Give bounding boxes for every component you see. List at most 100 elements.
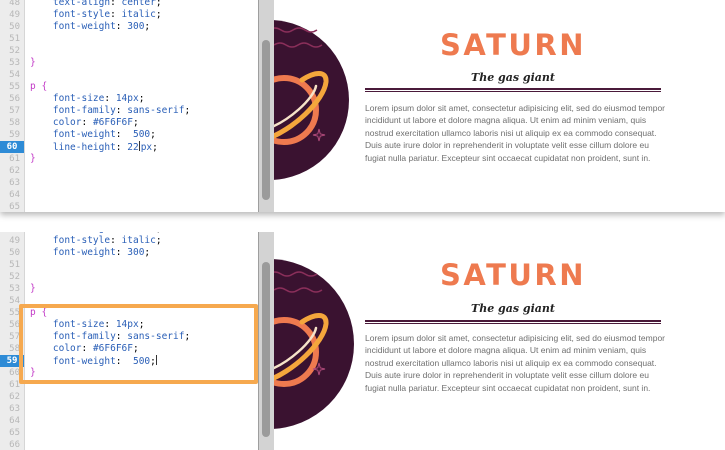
code-line[interactable]: 64 xyxy=(0,189,258,201)
page-title: SATURN xyxy=(439,258,586,292)
code-token: ; xyxy=(156,232,162,234)
code-line[interactable]: 60 line-height: 22 px; xyxy=(0,141,258,153)
code-line[interactable]: 63 xyxy=(0,403,258,415)
code-text: color: #6F6F6F; xyxy=(30,117,139,129)
page-subtitle: The gas giant xyxy=(471,71,555,84)
code-token: italic xyxy=(121,235,156,246)
line-number: 62 xyxy=(9,392,20,402)
line-number: 56 xyxy=(9,94,20,104)
code-token: ; xyxy=(132,117,139,128)
code-token: : xyxy=(115,129,133,140)
code-token: font-weight xyxy=(30,247,116,258)
highlight-callout-box xyxy=(19,304,258,384)
code-text: font-weight: 300; xyxy=(30,247,150,259)
body-paragraph: Lorem ipsum dolor sit amet, consectetur … xyxy=(365,333,666,393)
code-token: text-align xyxy=(30,232,110,234)
line-number: 65 xyxy=(9,428,20,438)
line-number: 60 xyxy=(9,368,20,378)
code-line[interactable]: 56 font-size: 14px; xyxy=(0,93,258,105)
line-number: 55 xyxy=(9,82,20,92)
code-token: ; xyxy=(155,9,162,20)
line-number: 53 xyxy=(9,58,20,68)
line-number: 52 xyxy=(9,272,20,282)
code-line[interactable]: 59 font-weight: 500; xyxy=(0,129,258,141)
code-line[interactable]: 63 xyxy=(0,177,258,189)
code-line[interactable]: 64 xyxy=(0,415,258,427)
code-line[interactable]: 62 xyxy=(0,391,258,403)
line-number: 49 xyxy=(9,236,20,246)
editor-scrollbar[interactable] xyxy=(258,0,275,212)
code-line[interactable]: 51 xyxy=(0,259,258,271)
code-token: italic xyxy=(121,9,156,20)
code-line[interactable]: 53} xyxy=(0,57,258,69)
code-token: : xyxy=(81,117,93,128)
code-text: p { xyxy=(30,81,47,93)
code-token: color xyxy=(30,117,82,128)
line-number: 50 xyxy=(9,22,20,32)
code-line[interactable]: 58 color: #6F6F6F; xyxy=(0,117,258,129)
code-line[interactable]: 49 font-style: italic; xyxy=(0,235,258,247)
code-text: font-weight: 300; xyxy=(30,21,150,33)
code-line[interactable]: 49 font-style: italic; xyxy=(0,9,258,21)
code-line[interactable]: 54 xyxy=(0,69,258,81)
line-number: 64 xyxy=(9,416,20,426)
code-token: 22 xyxy=(127,142,139,153)
line-number: 63 xyxy=(9,178,20,188)
body-paragraph: Lorem ipsum dolor sit amet, consectetur … xyxy=(365,103,666,163)
code-token: ; xyxy=(144,21,151,32)
code-token: ; xyxy=(152,142,158,153)
code-line[interactable]: 62 xyxy=(0,165,258,177)
code-text: font-weight: 500; xyxy=(30,129,156,141)
line-number: 51 xyxy=(9,260,20,270)
code-line[interactable]: 65 xyxy=(0,427,258,439)
code-token: 500 xyxy=(132,129,151,140)
code-token: : xyxy=(115,105,128,116)
code-line[interactable]: 61} xyxy=(0,153,258,165)
code-token: font-size xyxy=(30,93,105,104)
code-line[interactable]: 52 xyxy=(0,271,258,283)
code-line[interactable]: 53} xyxy=(0,283,258,295)
code-token: ; xyxy=(184,105,191,116)
code-line[interactable]: 65 xyxy=(0,201,258,212)
code-token: : xyxy=(110,9,122,20)
code-token: font-weight xyxy=(30,21,116,32)
page-title: SATURN xyxy=(439,28,586,62)
line-number: 61 xyxy=(9,154,20,164)
code-text: } xyxy=(30,153,36,165)
code-token: ; xyxy=(144,247,151,258)
code-token: p { xyxy=(30,81,48,92)
code-line[interactable]: 55 p { xyxy=(0,81,258,93)
code-line[interactable]: 52 xyxy=(0,45,258,57)
code-token: ; xyxy=(155,235,162,246)
scrollbar-thumb[interactable] xyxy=(262,262,270,437)
line-number: 56 xyxy=(9,320,20,330)
code-line[interactable]: 66 xyxy=(0,439,258,450)
scrollbar-thumb[interactable] xyxy=(262,40,270,200)
code-text: font-style: italic; xyxy=(30,235,162,247)
code-token: font-style xyxy=(30,9,111,20)
code-token: : xyxy=(115,21,128,32)
line-number: 61 xyxy=(9,380,20,390)
code-token: font-weight xyxy=(30,129,116,140)
saturn-illustration xyxy=(274,20,349,180)
line-number: 57 xyxy=(9,332,20,342)
line-number: 55 xyxy=(9,308,20,318)
code-token: ; xyxy=(155,0,162,8)
code-line[interactable]: 50 font-weight: 300; xyxy=(0,21,258,33)
line-number: 65 xyxy=(9,202,20,212)
code-line[interactable]: 57 font-family: sans-serif; xyxy=(0,105,258,117)
code-token: } xyxy=(30,153,36,164)
line-number: 52 xyxy=(9,46,20,56)
code-line[interactable]: 51 xyxy=(0,33,258,45)
code-token: : xyxy=(110,0,122,8)
code-editor[interactable]: 48 text-align: center;49 font-style: ita… xyxy=(0,0,258,212)
code-token: 300 xyxy=(127,21,145,32)
line-number: 64 xyxy=(9,190,20,200)
code-line[interactable]: 50 font-weight: 300; xyxy=(0,247,258,259)
line-number: 60 xyxy=(0,141,24,153)
editor-scrollbar[interactable] xyxy=(258,232,275,450)
code-token: line-height xyxy=(30,142,116,153)
line-number: 54 xyxy=(9,70,20,80)
line-number: 57 xyxy=(9,106,20,116)
code-line[interactable]: 48 text-align: center; xyxy=(0,0,258,9)
